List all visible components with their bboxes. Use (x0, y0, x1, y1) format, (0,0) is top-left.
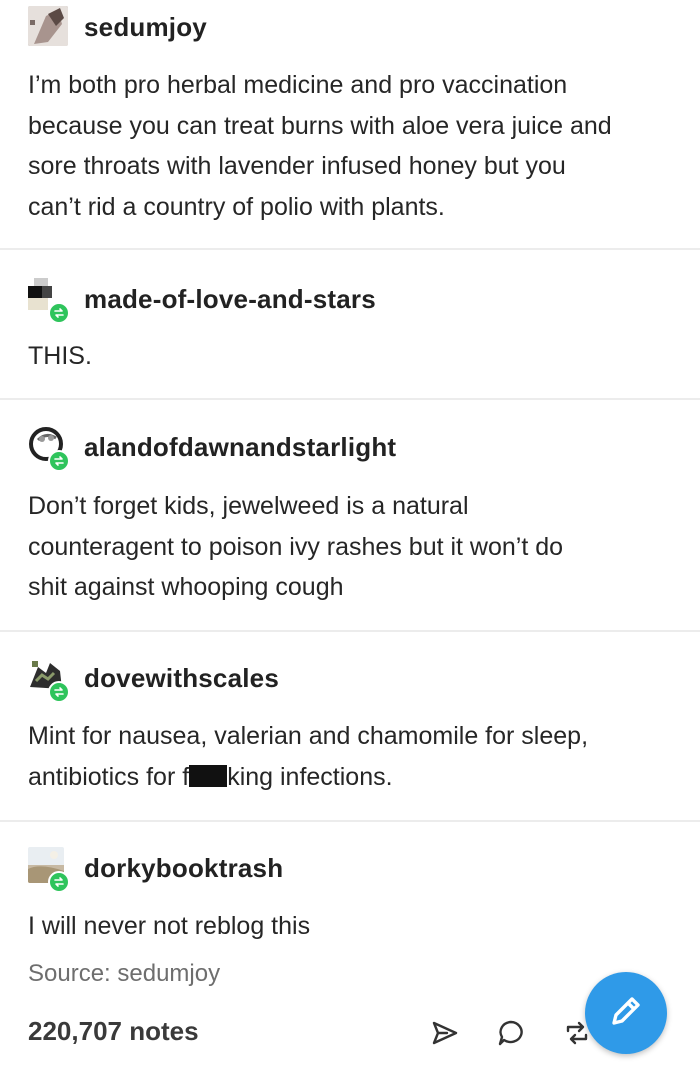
notes-count[interactable]: 220,707 notes (28, 1016, 199, 1047)
post-header-sedumjoy: sedumjoy (28, 4, 207, 50)
source-link[interactable]: Source: sedumjoy (28, 960, 220, 988)
post-body: I will never not reblog this (28, 912, 311, 940)
pencil-icon (606, 991, 646, 1036)
share-icon[interactable] (430, 1018, 460, 1048)
reblog-badge-icon (48, 871, 70, 893)
avatar-dorkybooktrash[interactable] (28, 847, 70, 893)
post-body-line: antibiotics for f (28, 762, 190, 791)
post-header-made-of-love-and-stars: made-of-love-and-stars (28, 276, 376, 324)
divider (0, 630, 700, 632)
post-body: Don’t forget kids, jewelweed is a natura… (28, 492, 564, 601)
tumblr-post-thread: sedumjoy I’m both pro herbal medicine an… (0, 0, 700, 1070)
username[interactable]: made-of-love-and-stars (84, 284, 376, 315)
post-header-dovewithscales: dovewithscales (28, 655, 279, 703)
avatar-made-of-love-and-stars[interactable] (28, 278, 70, 324)
post-header-dorkybooktrash: dorkybooktrash (28, 845, 283, 893)
censor-bar (189, 764, 228, 787)
avatar-alandofdawnandstarlight[interactable] (28, 426, 70, 472)
post-body: THIS. (28, 342, 92, 370)
post-body-line: Mint for nausea, valerian and chamomile … (28, 722, 589, 750)
post-body: Mint for nausea, valerian and chamomile … (28, 716, 678, 797)
post-body: I’m both pro herbal medicine and pro vac… (28, 71, 612, 221)
username[interactable]: dorkybooktrash (84, 853, 283, 884)
post-body-line: king infections. (227, 762, 393, 791)
reply-icon[interactable] (496, 1018, 526, 1048)
divider (0, 398, 700, 400)
avatar-dovewithscales[interactable] (28, 657, 70, 703)
post-header-alandofdawnandstarlight: alandofdawnandstarlight (28, 424, 396, 472)
username[interactable]: sedumjoy (84, 12, 207, 43)
username[interactable]: dovewithscales (84, 663, 279, 694)
divider (0, 248, 700, 250)
reblog-badge-icon (48, 302, 70, 324)
divider (0, 820, 700, 822)
username[interactable]: alandofdawnandstarlight (84, 432, 396, 463)
reblog-badge-icon (48, 681, 70, 703)
compose-button[interactable] (585, 972, 667, 1054)
avatar-sedumjoy[interactable] (28, 6, 70, 48)
reblog-badge-icon (48, 450, 70, 472)
